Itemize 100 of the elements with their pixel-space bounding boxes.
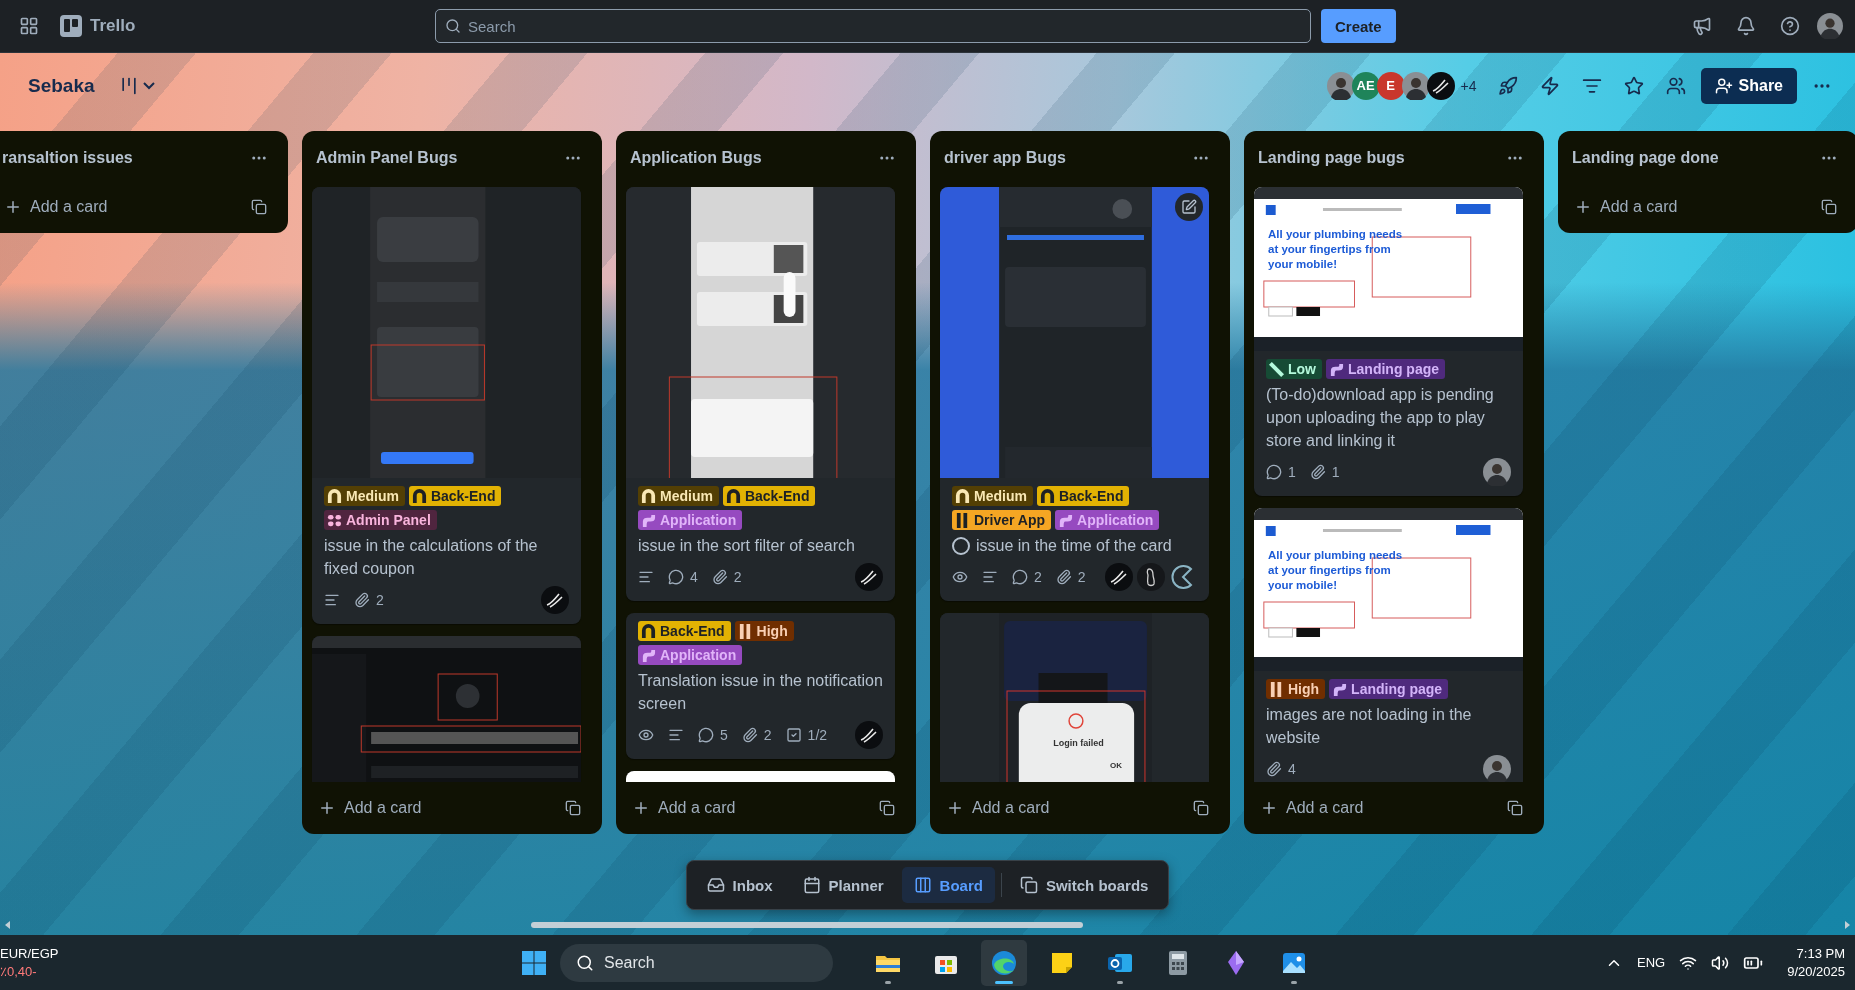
language-indicator[interactable]: ENG — [1637, 955, 1666, 970]
member-avatar[interactable] — [1401, 71, 1430, 100]
card-title: (To-do)download app is pending upon uploading the app to play store and linking it — [1266, 385, 1495, 451]
label-text: Medium — [346, 488, 399, 504]
pattern-icon — [641, 488, 656, 504]
nav-tab[interactable]: Inbox — [694, 867, 785, 903]
badge-count: 1/2 — [807, 727, 828, 743]
label-text: High — [1288, 681, 1320, 697]
member-avatar[interactable] — [1105, 563, 1133, 591]
list-title[interactable]: Landing page done — [1572, 149, 1719, 167]
list-title[interactable]: Application Bugs — [630, 149, 762, 167]
board-title[interactable]: Sebaka — [20, 70, 103, 101]
plus-icon — [1574, 198, 1592, 216]
card[interactable]: Medium Back-End Driver App Application issue in the time of the card 2 2 — [940, 187, 1209, 601]
paperclip-icon — [1266, 761, 1282, 777]
member-avatar[interactable] — [541, 586, 569, 614]
eye-icon — [952, 569, 968, 585]
label-text: Medium — [660, 488, 713, 504]
card[interactable]: Back-End High Application Translation issue in the notification screen 5 2 1/2 — [626, 613, 895, 759]
paperclip-icon — [1309, 464, 1326, 480]
add-card-button[interactable]: Add a card — [1566, 192, 1686, 222]
card[interactable]: Medium Back-End Admin Panel issue in the calculations of the fixed coupon 2 — [312, 187, 581, 624]
member-avatar[interactable] — [855, 721, 883, 749]
ticker-change[interactable]: ٪0,40- — [0, 964, 520, 979]
description-icon — [638, 569, 654, 585]
clock-time[interactable]: 7:13 PM — [1796, 946, 1845, 961]
checklist-icon — [785, 727, 802, 743]
dialog-title: Login failed — [1052, 737, 1105, 749]
list-title[interactable]: ransaltion issues — [2, 149, 133, 167]
scrollbar-thumb[interactable] — [531, 922, 1083, 928]
scroll-left-icon[interactable] — [4, 921, 12, 929]
plus-icon — [1260, 799, 1278, 817]
search-field[interactable]: Search — [435, 9, 1311, 43]
label-text: Application — [1077, 512, 1154, 528]
badge-count: 4 — [690, 569, 698, 585]
label-text: Back-End — [1058, 488, 1124, 504]
member-avatar[interactable] — [1426, 71, 1455, 100]
taskbar-search-field[interactable]: Search — [560, 943, 833, 982]
paperclip-icon — [711, 569, 728, 585]
create-button[interactable]: Create — [1321, 9, 1396, 43]
paperclip-icon — [741, 727, 758, 743]
comment-icon — [698, 727, 714, 743]
pattern-icon — [737, 623, 753, 639]
list-title[interactable]: driver app Bugs — [944, 149, 1066, 167]
label-text: Back-End — [660, 623, 725, 639]
pattern-icon — [1269, 361, 1284, 377]
list-title[interactable]: Admin Panel Bugs — [316, 149, 458, 167]
member-avatar[interactable]: AE — [1351, 71, 1380, 100]
badge-count: 1 — [1288, 464, 1296, 480]
label-text: High — [756, 623, 788, 639]
list-title[interactable]: Landing page bugs — [1258, 149, 1405, 167]
dialog-ok-label: OK — [1110, 761, 1122, 771]
add-card-button[interactable]: Add a card — [0, 192, 116, 222]
member-avatar[interactable] — [855, 563, 883, 591]
more-members-count[interactable]: +4 — [1460, 77, 1477, 94]
label-text: Driver App — [974, 512, 1046, 528]
comment-icon — [668, 569, 684, 585]
paperclip-icon — [354, 592, 370, 608]
card-title: issue in the sort filter of search — [638, 536, 855, 556]
add-card-button[interactable]: Add a card — [624, 793, 744, 823]
nav-tab[interactable]: Planner — [790, 867, 896, 903]
card[interactable]: All your plumbing needs at your fingertips from your mobile! Low Landing page (To-do)download app is pending upon uploading the app to play store and linking it 1 1 — [1254, 187, 1523, 496]
add-card-button[interactable]: Add a card — [1252, 793, 1372, 823]
label-text: Landing page — [1348, 361, 1439, 377]
add-card-button[interactable]: Add a card — [310, 793, 430, 823]
volume-icon[interactable] — [1711, 953, 1730, 972]
chevron-down-icon — [142, 81, 155, 90]
badge-count: 2 — [733, 569, 742, 585]
nav-tab[interactable]: Switch boards — [1007, 867, 1161, 903]
start-icon[interactable] — [520, 948, 548, 977]
nav-tab[interactable]: Board — [901, 867, 995, 903]
pattern-icon — [1039, 488, 1055, 504]
share-button[interactable]: Share — [1700, 67, 1797, 104]
cover-headline: All your plumbing needs at your fingertips from your mobile! — [1268, 227, 1403, 272]
member-avatar[interactable] — [1137, 563, 1165, 591]
badge-count: 5 — [720, 727, 728, 743]
complete-checkbox[interactable] — [952, 537, 970, 555]
scroll-right-icon[interactable] — [1843, 921, 1851, 929]
pattern-icon — [1332, 681, 1348, 697]
pattern-icon — [327, 512, 342, 528]
taskbar-app[interactable] — [981, 939, 1027, 986]
member-avatar[interactable] — [1326, 71, 1355, 100]
pattern-icon — [641, 647, 656, 663]
card[interactable]: Medium Back-End Application issue in the sort filter of search 4 2 — [626, 187, 895, 601]
home-link[interactable]: Trello — [54, 11, 142, 41]
comment-icon — [1012, 569, 1028, 585]
label-text: Application — [660, 512, 737, 528]
card[interactable]: All your plumbing needs at your fingertips from your mobile! High Landing page images are not loading in the website 4 — [1254, 508, 1523, 782]
add-card-button[interactable]: Add a card — [938, 793, 1058, 823]
pattern-icon — [327, 488, 342, 504]
plus-icon — [946, 799, 964, 817]
description-icon — [668, 727, 684, 743]
badge-count: 2 — [1034, 569, 1042, 585]
description-icon — [324, 592, 340, 608]
member-avatar[interactable]: E — [1376, 71, 1405, 100]
card-title: Translation issue in the notification screen — [638, 671, 883, 714]
clock-date[interactable]: 9/20/2025 — [1787, 964, 1845, 979]
description-icon — [982, 569, 998, 585]
pattern-icon — [641, 623, 656, 639]
ticker-symbol[interactable]: EUR/EGP — [0, 946, 520, 961]
